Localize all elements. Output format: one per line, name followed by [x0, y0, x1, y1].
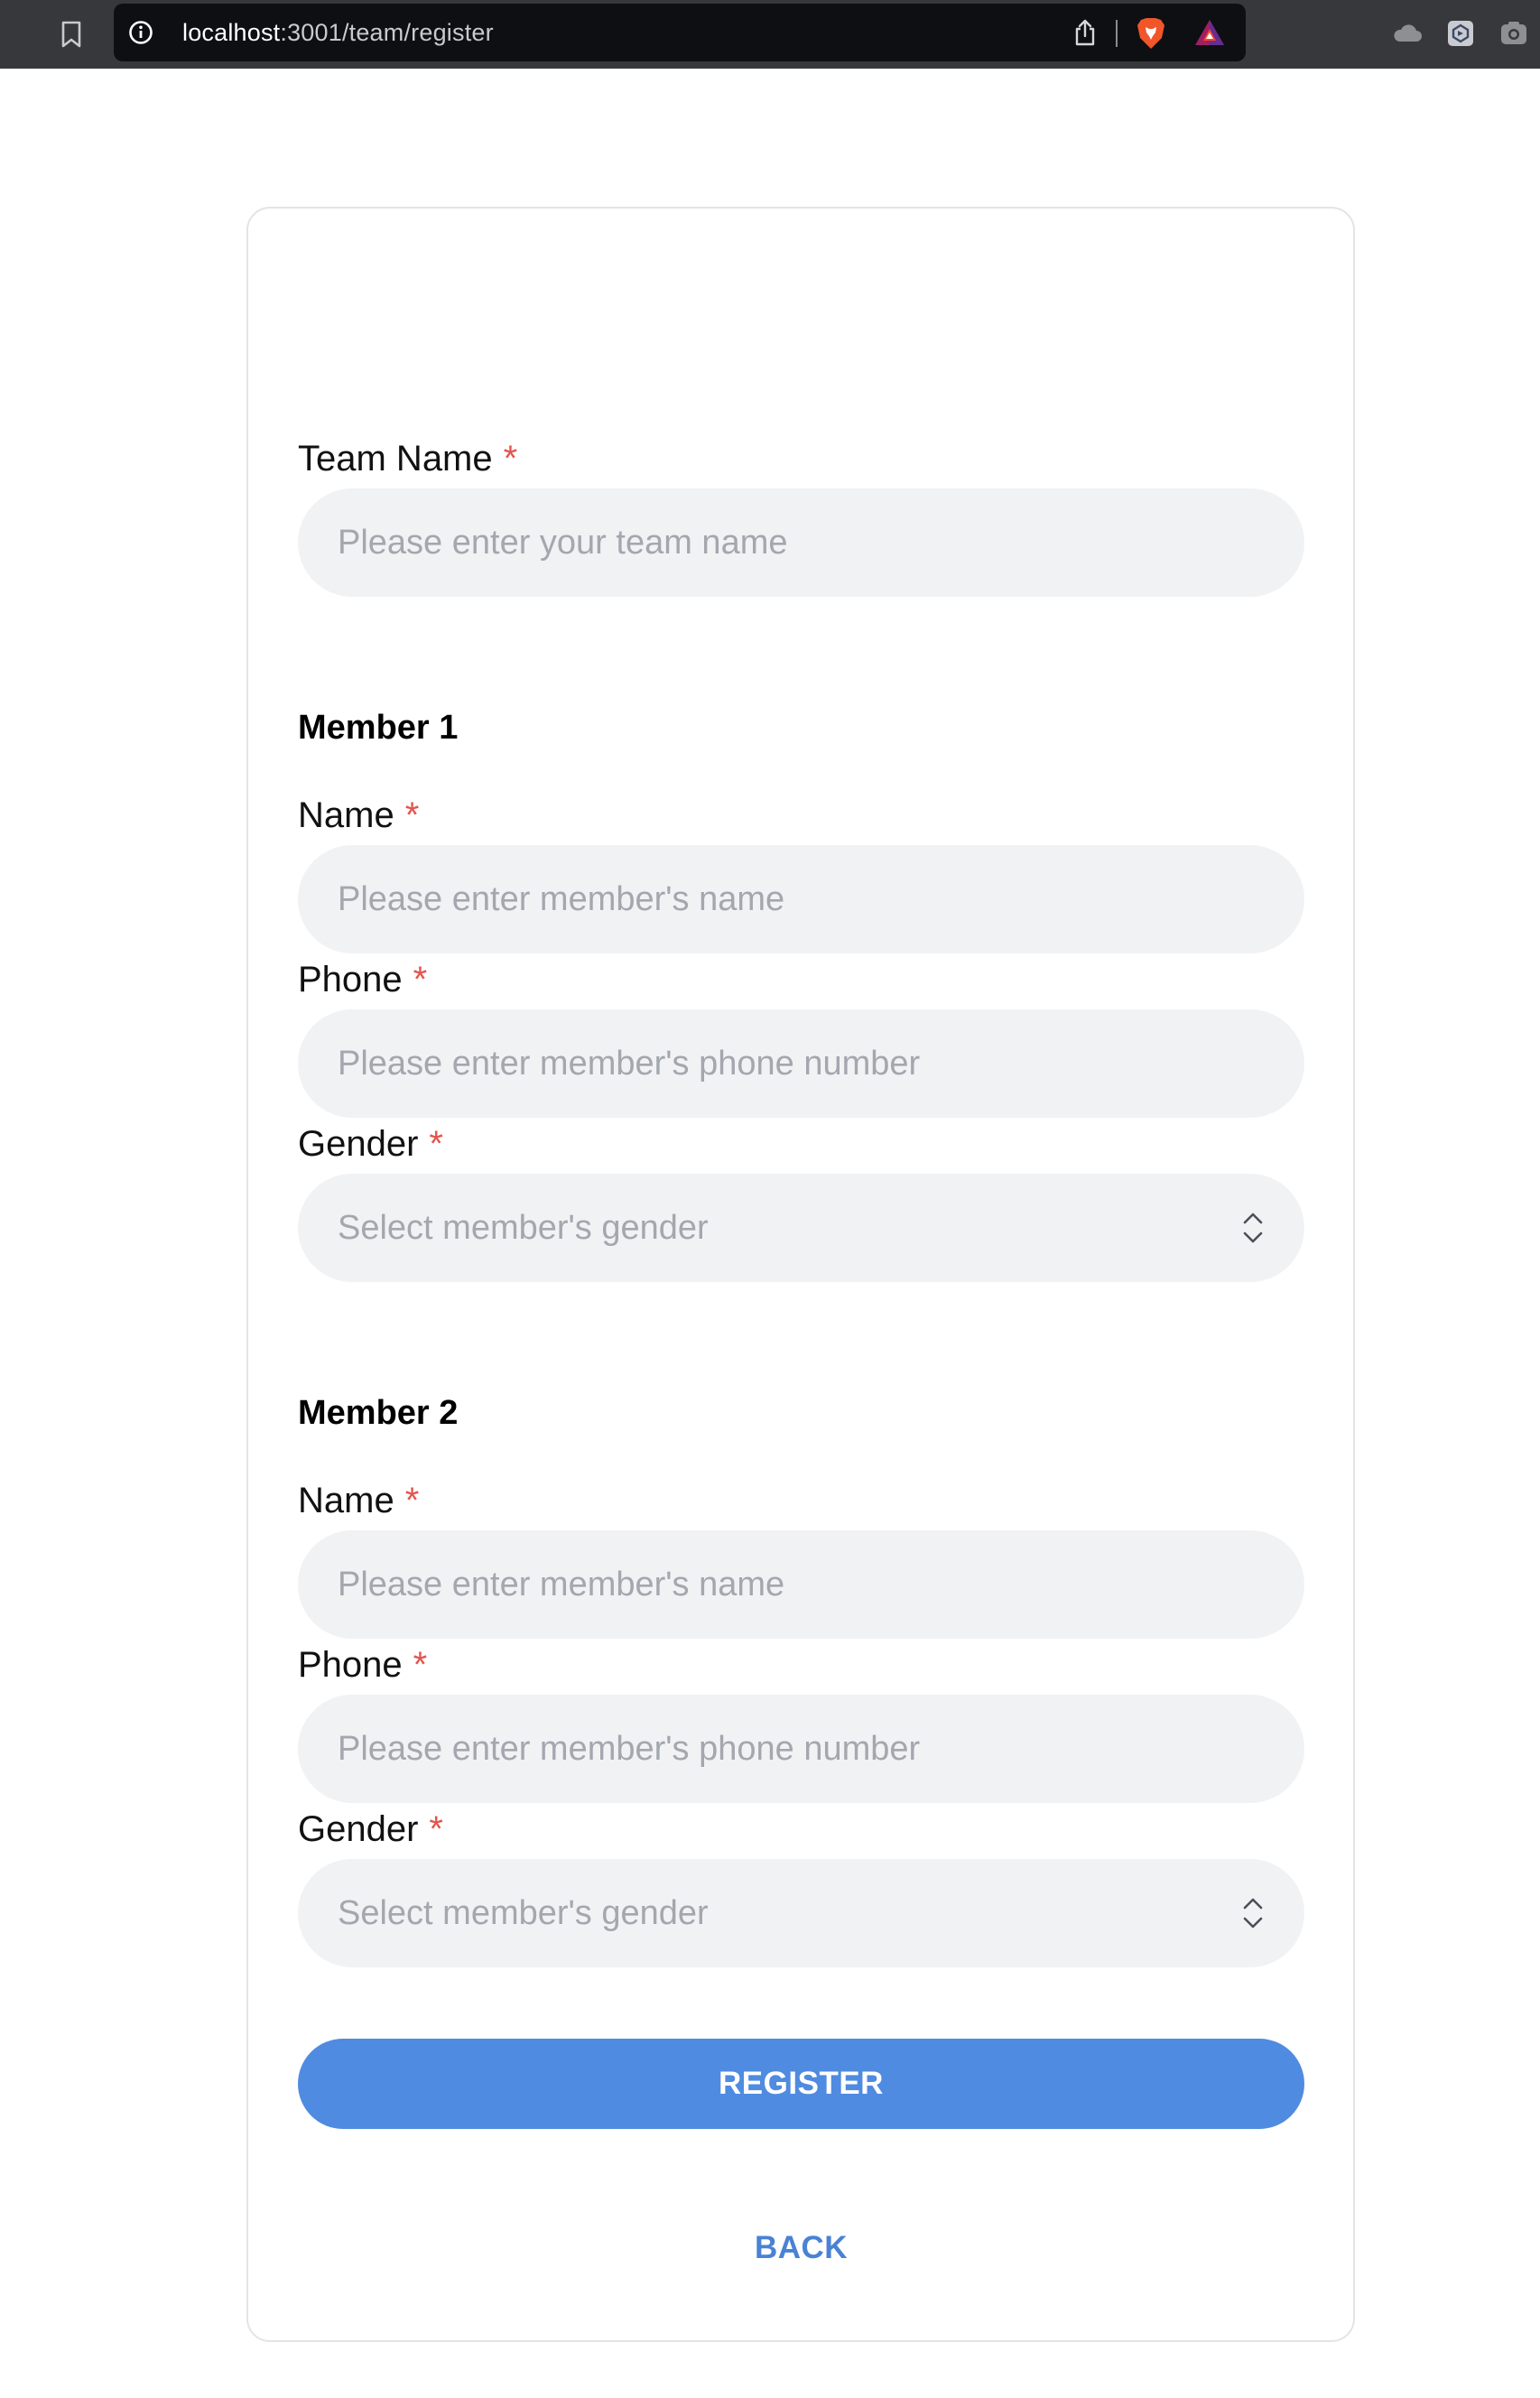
bookmark-icon[interactable]	[58, 20, 85, 49]
camera-icon[interactable]	[1498, 18, 1529, 49]
required-mark: *	[404, 795, 420, 835]
url-host: localhost	[182, 19, 281, 46]
brave-lion-icon[interactable]	[1136, 16, 1166, 51]
member-1-title: Member 1	[298, 709, 459, 747]
back-button[interactable]: BACK	[713, 2223, 889, 2273]
required-mark: *	[413, 960, 428, 999]
member-2-gender-select[interactable]: Select member's gender	[298, 1859, 1304, 1967]
url-path: :3001/team/register	[280, 19, 494, 46]
required-mark: *	[503, 439, 518, 479]
member-1-phone-input[interactable]	[298, 1009, 1304, 1118]
team-name-input[interactable]	[298, 488, 1304, 597]
member-2-phone-label-text: Phone	[298, 1645, 403, 1685]
team-name-label: Team Name *	[298, 437, 517, 480]
browser-toolbar: localhost:3001/team/register	[0, 0, 1540, 69]
member-2-gender-placeholder: Select member's gender	[338, 1894, 709, 1932]
member-1-name-input[interactable]	[298, 845, 1304, 953]
member-2-phone-label: Phone *	[298, 1643, 427, 1687]
member-2-name-label-text: Name	[298, 1481, 394, 1520]
extension-icon[interactable]	[1445, 18, 1476, 49]
register-button[interactable]: REGISTER	[298, 2039, 1304, 2129]
member-1-gender-placeholder: Select member's gender	[338, 1209, 709, 1247]
member-2-phone-input[interactable]	[298, 1695, 1304, 1803]
required-mark: *	[429, 1124, 443, 1164]
member-2-name-input[interactable]	[298, 1530, 1304, 1639]
info-icon[interactable]	[128, 20, 153, 45]
bat-triangle-icon[interactable]	[1193, 18, 1226, 47]
member-2-title: Member 2	[298, 1394, 459, 1432]
url-text[interactable]: localhost:3001/team/register	[182, 4, 494, 61]
team-name-label-text: Team Name	[298, 439, 493, 479]
member-1-phone-label: Phone *	[298, 958, 427, 1001]
share-icon[interactable]	[1072, 18, 1098, 47]
member-1-gender-select[interactable]: Select member's gender	[298, 1174, 1304, 1282]
member-1-name-label-text: Name	[298, 795, 394, 835]
required-mark: *	[429, 1809, 443, 1849]
member-2-name-label: Name *	[298, 1479, 419, 1522]
cloud-icon[interactable]	[1392, 18, 1423, 49]
member-1-gender-label-text: Gender	[298, 1124, 419, 1164]
chevrons-updown-icon	[1243, 1898, 1263, 1929]
toolbar-divider	[1116, 20, 1118, 47]
member-1-gender-label: Gender *	[298, 1122, 443, 1166]
address-bar[interactable]: localhost:3001/team/register	[114, 4, 1246, 61]
required-mark: *	[413, 1645, 428, 1685]
member-1-phone-label-text: Phone	[298, 960, 403, 999]
required-mark: *	[404, 1481, 420, 1520]
member-1-name-label: Name *	[298, 794, 419, 837]
chevrons-updown-icon	[1243, 1213, 1263, 1243]
member-2-gender-label-text: Gender	[298, 1809, 419, 1849]
member-2-gender-label: Gender *	[298, 1808, 443, 1851]
